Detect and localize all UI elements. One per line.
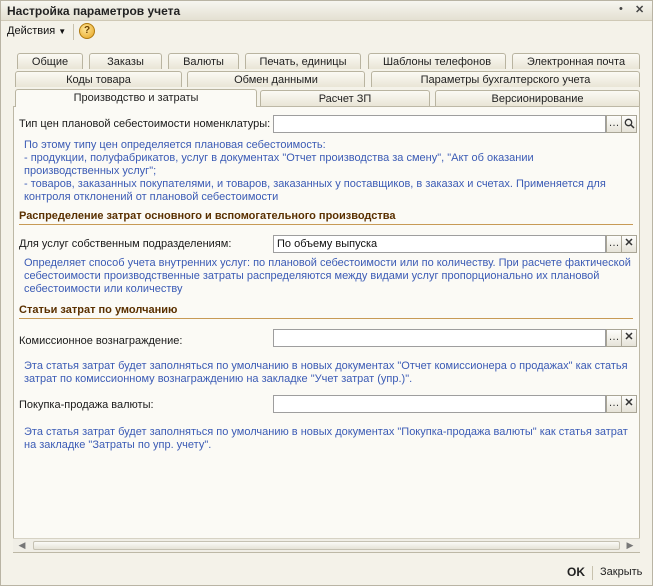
ellipsis-icon[interactable]: … — [606, 395, 622, 413]
own-units-field[interactable]: По объему выпуска — [273, 235, 606, 253]
search-icon[interactable] — [621, 115, 637, 133]
actions-label: Действия — [7, 25, 56, 37]
footer-separator — [592, 566, 593, 580]
actions-menu[interactable]: Действия ▼ — [7, 25, 66, 37]
commission-label: Комиссионное вознаграждение: — [19, 335, 183, 347]
note-line: производственных услуг"; — [24, 165, 157, 177]
note-line: на закладке "Затраты по упр. учету". — [24, 439, 212, 451]
tab-versioning[interactable]: Версионирование — [435, 90, 640, 106]
cost-price-type-field[interactable] — [273, 115, 606, 133]
note-line: себестоимости или количеству — [24, 283, 183, 295]
clear-x-icon[interactable]: ✕ — [621, 235, 637, 253]
cost-price-type-note: По этому типу цен определяется плановая … — [24, 139, 606, 204]
currency-label: Покупка-продажа валюты: — [19, 399, 154, 411]
chevron-down-icon: ▼ — [58, 27, 67, 36]
settings-window: Настройка параметров учета • ✕ Действия … — [0, 0, 653, 586]
horizontal-scrollbar[interactable]: ◀ ▶ — [13, 538, 640, 552]
note-line: себестоимости производственные затраты р… — [24, 270, 600, 282]
window-title: Настройка параметров учета — [7, 4, 181, 18]
currency-note: Эта статья затрат будет заполняться по у… — [24, 426, 628, 452]
note-line: - товаров, заказанных покупателями, и то… — [24, 178, 606, 190]
close-window-icon[interactable]: ✕ — [635, 3, 644, 16]
tab-email[interactable]: Электронная почта — [512, 53, 640, 69]
tab-product-codes[interactable]: Коды товара — [15, 71, 182, 87]
note-line: контроля отклонений от плановой себестои… — [24, 191, 279, 203]
note-line: По этому типу цен определяется плановая … — [24, 139, 326, 151]
footer: OK Закрыть — [1, 561, 652, 585]
pin-icon[interactable]: • — [619, 3, 623, 15]
commission-field[interactable] — [273, 329, 606, 347]
note-line: Эта статья затрат будет заполняться по у… — [24, 426, 628, 438]
scrollbar-thumb[interactable] — [33, 541, 620, 550]
close-button[interactable]: Закрыть — [600, 566, 642, 578]
tab-print-units[interactable]: Печать, единицы — [245, 53, 361, 69]
tab-accounting-params[interactable]: Параметры бухгалтерского учета — [371, 71, 640, 87]
ok-button[interactable]: OK — [567, 565, 585, 579]
tab-phone-templates[interactable]: Шаблоны телефонов — [368, 53, 506, 69]
section-default-cost-items: Статьи затрат по умолчанию — [19, 304, 178, 316]
section-divider — [19, 318, 633, 319]
own-units-note: Определяет способ учета внутренних услуг… — [24, 257, 631, 296]
section-cost-distribution: Распределение затрат основного и вспомог… — [19, 210, 396, 222]
clear-x-icon[interactable]: ✕ — [621, 329, 637, 347]
note-line: Определяет способ учета внутренних услуг… — [24, 257, 631, 269]
scroll-left-icon[interactable]: ◀ — [16, 540, 28, 551]
scroll-right-icon[interactable]: ▶ — [624, 540, 636, 551]
clear-x-icon[interactable]: ✕ — [621, 395, 637, 413]
toolbar: Действия ▼ ? — [1, 21, 652, 43]
toolbar-separator — [73, 24, 74, 40]
own-units-label: Для услуг собственным подразделениям: — [19, 238, 232, 250]
tab-general[interactable]: Общие — [17, 53, 83, 69]
note-line: - продукции, полуфабрикатов, услуг в док… — [24, 152, 534, 164]
commission-note: Эта статья затрат будет заполняться по у… — [24, 360, 628, 386]
currency-field[interactable] — [273, 395, 606, 413]
note-line: затрат по комиссионному вознаграждению н… — [24, 373, 413, 385]
title-bar: Настройка параметров учета • ✕ — [1, 1, 652, 21]
tab-currencies[interactable]: Валюты — [168, 53, 239, 69]
note-line: Эта статья затрат будет заполняться по у… — [24, 360, 628, 372]
tab-orders[interactable]: Заказы — [89, 53, 162, 69]
cost-price-type-label: Тип цен плановой себестоимости номенклат… — [19, 118, 271, 130]
ellipsis-icon[interactable]: … — [606, 115, 622, 133]
section-divider — [19, 224, 633, 225]
tab-data-exchange[interactable]: Обмен данными — [187, 71, 365, 87]
tab-payroll[interactable]: Расчет ЗП — [260, 90, 430, 106]
help-icon[interactable]: ? — [79, 23, 95, 39]
tab-production-costs[interactable]: Производство и затраты — [15, 89, 257, 107]
ellipsis-icon[interactable]: … — [606, 329, 622, 347]
ellipsis-icon[interactable]: … — [606, 235, 622, 253]
